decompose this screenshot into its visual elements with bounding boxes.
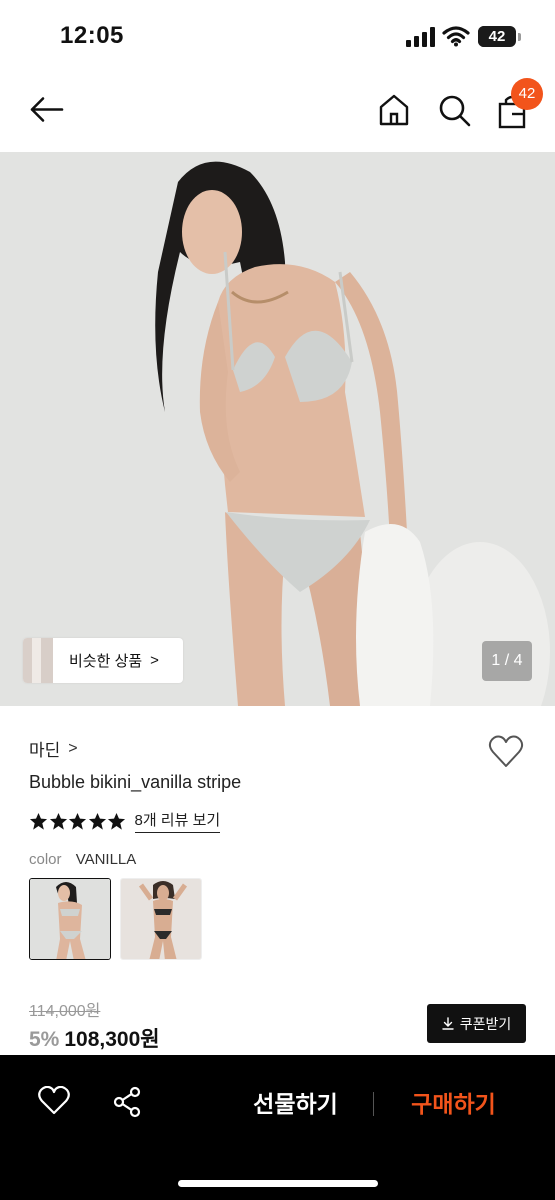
cart-count-badge: 42 — [511, 78, 543, 110]
review-link[interactable]: 8개 리뷰 보기 — [134, 809, 221, 833]
swatch-photo-vanilla — [30, 879, 110, 959]
back-arrow-icon[interactable] — [26, 90, 66, 130]
sale-price: 108,300원 — [64, 1028, 160, 1051]
color-label: color — [29, 851, 62, 868]
share-icon[interactable] — [112, 1086, 142, 1118]
brand-link[interactable]: 마딘 > — [29, 736, 78, 761]
product-photo — [0, 152, 555, 706]
price-row: 5% 108,300원 — [29, 1023, 160, 1053]
color-value: VANILLA — [75, 851, 137, 868]
star-icon — [49, 812, 67, 830]
rating-stars — [29, 812, 127, 831]
color-row: color VANILLA — [29, 851, 136, 868]
battery-tail — [518, 33, 521, 41]
wifi-icon — [442, 26, 470, 47]
star-icon — [68, 812, 87, 830]
rating-row: 8개 리뷰 보기 — [29, 809, 221, 833]
similar-products-label: 비슷한 상품 — [69, 653, 143, 670]
top-nav — [0, 70, 555, 152]
bottom-action-bar: 선물하기 구매하기 — [0, 1055, 555, 1200]
original-price: 114,000원 — [29, 1003, 101, 1020]
star-icon — [107, 812, 126, 830]
home-icon[interactable] — [376, 92, 412, 128]
star-icon — [29, 812, 48, 830]
product-name: Bubble bikini_vanilla stripe — [29, 772, 242, 792]
battery-percent: 42 — [488, 28, 506, 45]
color-swatch-black[interactable] — [120, 878, 202, 960]
wishlist-heart-icon[interactable] — [488, 735, 524, 769]
download-icon — [442, 1017, 454, 1030]
divider — [373, 1092, 374, 1116]
coupon-label: 쿠폰받기 — [459, 1015, 512, 1032]
cellular-signal-icon — [406, 27, 435, 47]
chevron-right-icon: > — [68, 739, 78, 757]
coupon-button[interactable]: 쿠폰받기 — [427, 1004, 526, 1043]
similar-products-button[interactable]: 비슷한 상품 > — [23, 638, 183, 683]
swatch-photo-black — [121, 879, 201, 959]
chevron-right-icon: > — [150, 652, 159, 669]
home-indicator — [178, 1180, 378, 1187]
star-icon — [88, 812, 106, 830]
brand-name: 마딘 — [29, 741, 61, 760]
battery-icon: 42 — [478, 26, 516, 47]
discount-rate: 5% — [29, 1028, 60, 1051]
search-icon[interactable] — [436, 92, 472, 128]
status-time: 12:05 — [60, 22, 124, 49]
heart-icon[interactable] — [38, 1086, 70, 1116]
color-swatch-vanilla[interactable] — [29, 878, 111, 960]
gift-button[interactable]: 선물하기 — [238, 1085, 353, 1119]
status-bar: 12:05 42 — [0, 0, 555, 70]
product-image-carousel[interactable]: 비슷한 상품 > 1 / 4 — [0, 152, 555, 706]
image-pager: 1 / 4 — [482, 641, 532, 681]
similar-products-thumbnail — [23, 638, 53, 683]
buy-button[interactable]: 구매하기 — [396, 1085, 511, 1119]
